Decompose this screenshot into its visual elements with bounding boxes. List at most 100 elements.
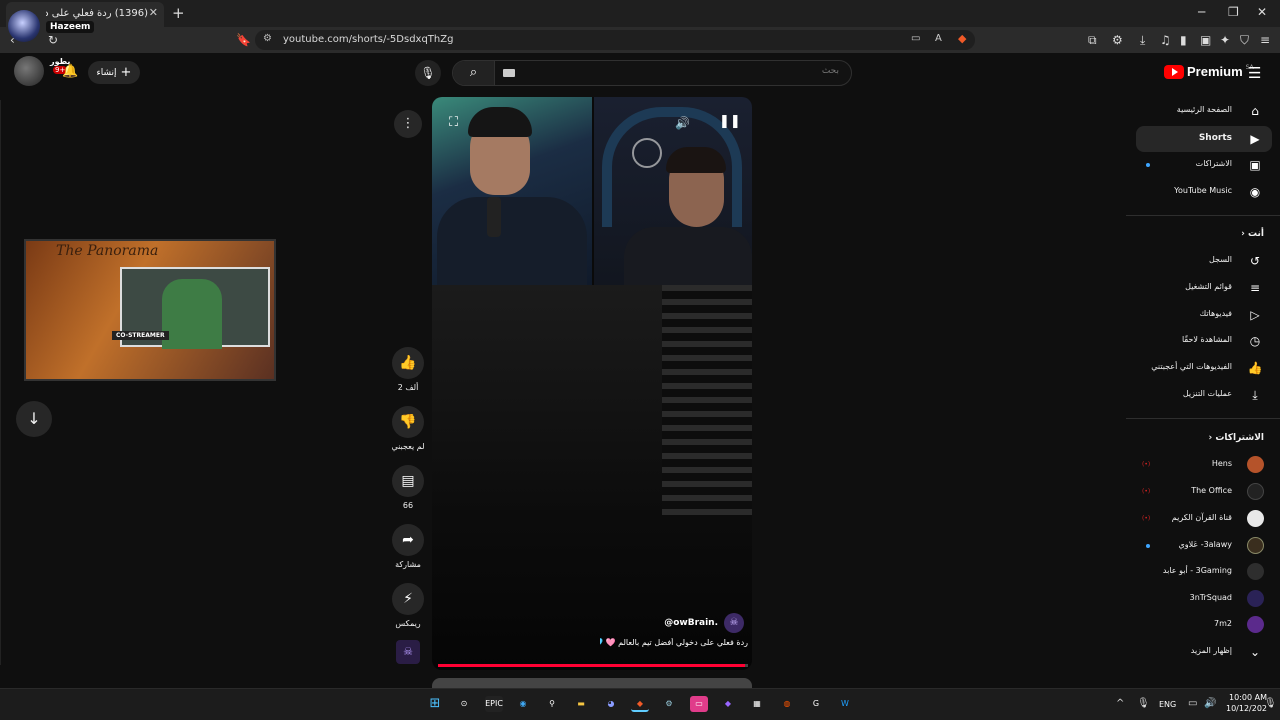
crosshair-logo-icon: [632, 138, 662, 168]
notification-center-icon[interactable]: 🎙: [1264, 698, 1277, 709]
discord-icon[interactable]: ◕: [602, 696, 620, 712]
channel-row[interactable]: @owBrain. ☠: [604, 613, 744, 633]
sidebar-item-watch-later[interactable]: المشاهدة لاحقًا ◷: [1136, 328, 1272, 354]
comments-icon[interactable]: ▤: [392, 465, 424, 497]
maximize-icon[interactable]: ❐: [1228, 5, 1239, 19]
sidebar-item-youtube-music[interactable]: YouTube Music ◉: [1136, 179, 1272, 205]
new-content-dot: [1146, 544, 1150, 548]
channel-avatar-icon[interactable]: ☠: [724, 613, 744, 633]
app-icon[interactable]: ▭: [690, 696, 708, 712]
video-progress-bar[interactable]: [438, 664, 748, 667]
dislike-icon[interactable]: 👎: [392, 406, 424, 438]
settings-icon[interactable]: ⚙: [1112, 33, 1123, 47]
start-icon[interactable]: ⊞: [426, 696, 444, 712]
app-icon[interactable]: ◆: [719, 696, 737, 712]
close-window-icon[interactable]: ✕: [1257, 5, 1267, 19]
sidebar-sub-3gaming[interactable]: 3Gaming - أبو عابد: [1136, 559, 1272, 585]
minimize-icon[interactable]: ─: [1198, 5, 1205, 19]
dislike-action[interactable]: 👎 لم يعجبني: [390, 406, 426, 451]
remix-action[interactable]: ⚡ ريمكس: [390, 583, 426, 628]
notifications-bell-icon[interactable]: 🔔: [62, 64, 78, 79]
app-icon[interactable]: ◉: [514, 696, 532, 712]
maps-icon[interactable]: ⚲: [543, 696, 561, 712]
app-icon[interactable]: ▦: [748, 696, 766, 712]
sidebar-sub-the-office[interactable]: (•) The Office: [1136, 479, 1272, 505]
app-icon[interactable]: ◍: [778, 696, 796, 712]
address-bar[interactable]: ⚙ youtube.com/shorts/-5DsdxqThZg ▭ A ◆: [255, 30, 975, 50]
youtube-logo[interactable]: Premium SA: [1164, 64, 1254, 79]
app-icon[interactable]: G: [807, 696, 825, 712]
comments-action[interactable]: ▤ 66: [390, 465, 426, 510]
clock[interactable]: 10:00 AM 10/12/202: [1226, 692, 1267, 714]
translate-icon[interactable]: A: [935, 33, 942, 44]
search-taskbar-icon[interactable]: ⊙: [455, 696, 473, 712]
voice-search-icon[interactable]: 🎙: [415, 60, 441, 86]
sidebar-item-downloads[interactable]: عمليات التنزيل ⤓: [1136, 382, 1272, 408]
channel-name[interactable]: @owBrain.: [664, 618, 718, 628]
steam-icon[interactable]: ⚙: [660, 696, 678, 712]
network-icon[interactable]: ▭: [1188, 698, 1197, 709]
sidebar-sub-3alawy[interactable]: 3alawy- عَلاوي: [1136, 533, 1272, 559]
account-avatar[interactable]: [14, 56, 44, 86]
search-icon[interactable]: ⌕: [453, 61, 495, 85]
sidebar-sub-3ntrsquad[interactable]: 3nTrSquad: [1136, 586, 1272, 612]
sidebar-icon[interactable]: ▮: [1180, 33, 1187, 47]
keyboard-icon[interactable]: [503, 69, 515, 77]
youtube-play-icon: [1164, 64, 1184, 79]
pause-icon[interactable]: ❚❚: [719, 114, 741, 129]
file-explorer-icon[interactable]: ▬: [572, 696, 590, 712]
like-action[interactable]: 👍 2 ألف: [390, 347, 426, 392]
sidebar-item-playlists[interactable]: قوائم التشغيل ≡: [1136, 275, 1272, 301]
sidebar-sub-hens[interactable]: (•) Hens: [1136, 452, 1272, 478]
epic-games-icon[interactable]: EPIC: [485, 696, 503, 712]
language-indicator[interactable]: ENG: [1159, 700, 1176, 709]
create-button[interactable]: إنشاء +: [88, 61, 140, 84]
reload-icon[interactable]: ↻: [48, 33, 58, 47]
volume-tray-icon[interactable]: 🔊: [1204, 698, 1216, 709]
search-box[interactable]: ⌕ بحث: [452, 60, 852, 86]
next-video-arrow-icon[interactable]: ↓: [16, 401, 52, 437]
close-tab-icon[interactable]: ✕: [149, 6, 158, 19]
fullscreen-icon[interactable]: ⛶: [449, 115, 458, 130]
share-action[interactable]: ➦ مشاركة: [390, 524, 426, 569]
you-section-title[interactable]: أنت ‹: [1241, 229, 1264, 239]
brave-shield-icon[interactable]: ◆: [958, 32, 966, 45]
sidebar-item-your-videos[interactable]: فيديوهاتك ▷: [1136, 302, 1272, 328]
cast-icon[interactable]: ▭: [911, 33, 920, 44]
vpn-icon[interactable]: ⛉: [1240, 33, 1249, 48]
site-info-icon[interactable]: ⚙: [263, 33, 272, 44]
like-icon[interactable]: 👍: [392, 347, 424, 379]
sidebar-show-more[interactable]: إظهار المزيد ⌄: [1136, 639, 1272, 665]
sidebar-item-subscriptions[interactable]: الاشتراكات ▣: [1136, 152, 1272, 178]
volume-icon[interactable]: 🔊: [675, 116, 690, 130]
next-short-preview[interactable]: [432, 678, 752, 688]
audio-source-thumbnail[interactable]: ☠: [396, 640, 420, 664]
sidebar-item-shorts[interactable]: Shorts ▶: [1136, 126, 1272, 152]
bookmark-icon[interactable]: 🔖: [236, 33, 251, 47]
remix-icon[interactable]: ⚡: [392, 583, 424, 615]
shorts-video-player[interactable]: [432, 97, 752, 670]
sidebar-sub-quran[interactable]: (•) قناة القرآن الكريم: [1136, 506, 1272, 532]
download-icon[interactable]: ⤓: [1140, 33, 1145, 48]
hamburger-menu-icon[interactable]: ☰: [1248, 64, 1261, 82]
sidebar-item-home[interactable]: الصفحة الرئيسية ⌂: [1136, 98, 1272, 124]
tray-chevron-icon[interactable]: ^: [1116, 698, 1124, 709]
mic-tray-icon[interactable]: 🎙: [1137, 698, 1150, 709]
more-options-icon[interactable]: ⋮: [394, 110, 422, 138]
subscriptions-section-title[interactable]: الاشتراكات ‹: [1208, 433, 1264, 443]
leo-icon[interactable]: ✦: [1220, 33, 1230, 47]
menu-icon[interactable]: ≡: [1260, 33, 1270, 47]
share-icon[interactable]: ➦: [392, 524, 424, 556]
brave-browser-icon[interactable]: ◆: [631, 696, 649, 712]
wallet-icon[interactable]: ▣: [1200, 33, 1211, 47]
profile-avatar[interactable]: [8, 10, 40, 42]
media-icon[interactable]: ♫: [1160, 33, 1171, 47]
extensions-icon[interactable]: ⧉: [1088, 33, 1097, 48]
remix-label: ريمكس: [395, 619, 421, 628]
new-tab-button[interactable]: +: [172, 4, 185, 22]
sidebar-sub-7m2[interactable]: 7m2: [1136, 612, 1272, 638]
app-icon[interactable]: W: [836, 696, 854, 712]
sidebar-item-liked-videos[interactable]: الفيديوهات التي أعجبتني 👍: [1136, 355, 1272, 381]
sidebar-item-label: 7m2: [1214, 619, 1232, 628]
sidebar-item-history[interactable]: السجل ↺: [1136, 248, 1272, 274]
